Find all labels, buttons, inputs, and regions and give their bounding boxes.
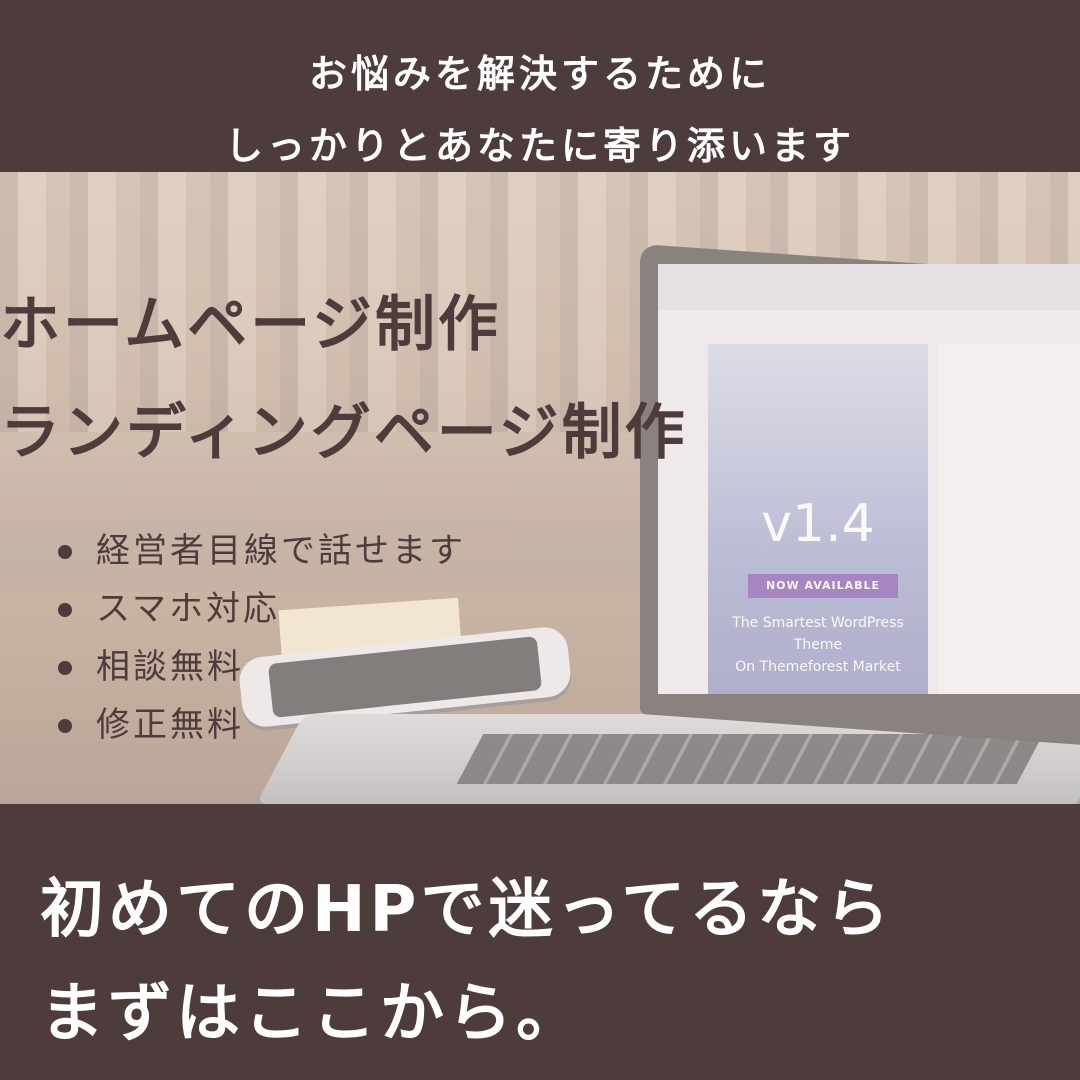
bottom-banner: 初めてのHPで迷ってるなら まずはここから。 <box>0 804 1080 1080</box>
bullet-dot-icon <box>58 545 72 559</box>
feature-item: 修正無料 <box>58 700 466 758</box>
feature-item: 相談無料 <box>58 642 466 700</box>
bullet-dot-icon <box>58 603 72 617</box>
feature-text: スマホ対応 <box>96 589 280 629</box>
feature-list: 経営者目線で話せます スマホ対応 相談無料 修正無料 <box>58 526 466 758</box>
feature-item: 経営者目線で話せます <box>58 526 466 584</box>
service-heading-homepage: ホームページ制作 <box>0 290 501 360</box>
bottom-banner-line-1: 初めてのHPで迷ってるなら <box>40 873 894 947</box>
feature-text: 経営者目線で話せます <box>96 531 466 571</box>
bullet-dot-icon <box>58 661 72 675</box>
bottom-banner-line-2: まずはここから。 <box>40 977 584 1051</box>
top-banner-line-2: しっかりとあなたに寄り添います <box>224 124 855 168</box>
top-banner: お悩みを解決するために しっかりとあなたに寄り添います <box>0 0 1080 172</box>
service-heading-landing-page: ランディングページ制作 <box>0 398 688 468</box>
feature-text: 修正無料 <box>96 705 244 745</box>
bullet-dot-icon <box>58 719 72 733</box>
feature-text: 相談無料 <box>96 647 244 687</box>
top-banner-line-1: お悩みを解決するために <box>308 52 771 96</box>
feature-item: スマホ対応 <box>58 584 466 642</box>
flyer-page: お悩みを解決するために しっかりとあなたに寄り添います v1.4 NOW AVA… <box>0 0 1080 1080</box>
